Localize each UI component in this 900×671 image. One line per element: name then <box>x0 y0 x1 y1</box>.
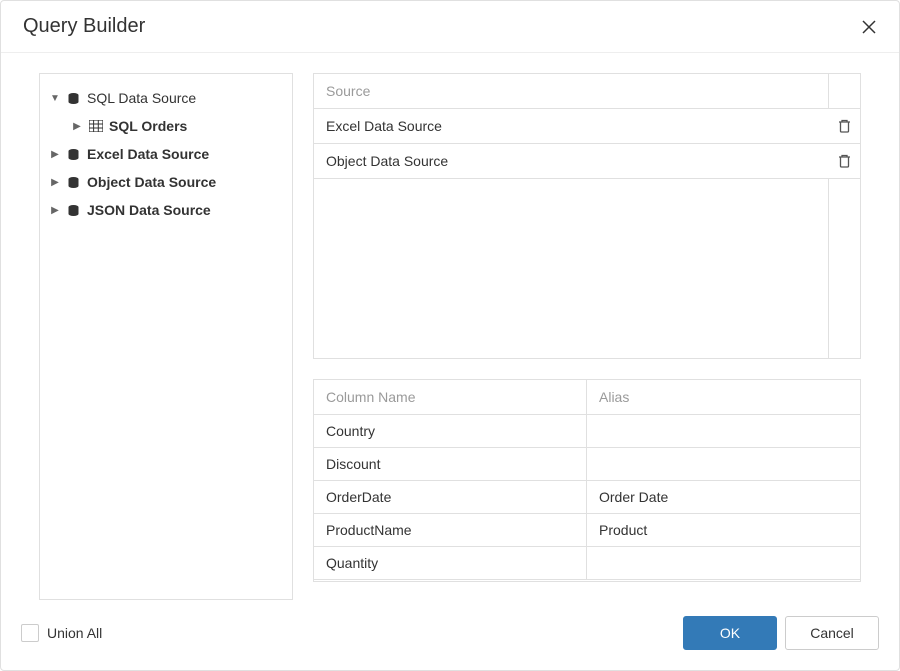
tree-item-sql-orders[interactable]: ▶ SQL Orders <box>46 112 286 140</box>
database-icon <box>66 203 81 218</box>
delete-source-button[interactable] <box>828 144 860 178</box>
cancel-button[interactable]: Cancel <box>785 616 879 650</box>
column-name-cell: Country <box>314 415 587 447</box>
chevron-right-icon: ▶ <box>50 177 60 188</box>
source-row-label: Object Data Source <box>314 144 828 178</box>
close-icon <box>862 20 876 34</box>
dialog-header: Query Builder <box>1 1 899 53</box>
column-name-cell: ProductName <box>314 514 587 546</box>
tree-item-label: Object Data Source <box>87 174 216 190</box>
column-name-cell: OrderDate <box>314 481 587 513</box>
chevron-right-icon: ▶ <box>50 149 60 160</box>
column-name-header: Column Name <box>314 380 587 414</box>
chevron-right-icon: ▶ <box>72 121 82 132</box>
database-icon <box>66 175 81 190</box>
checkbox-box <box>21 624 39 642</box>
database-icon <box>66 147 81 162</box>
close-button[interactable] <box>859 17 879 37</box>
delete-source-button[interactable] <box>828 109 860 143</box>
column-alias-cell[interactable]: Product <box>587 514 860 546</box>
source-header: Source <box>314 74 828 108</box>
tree-item-json-data-source[interactable]: ▶ JSON Data Source <box>46 196 286 224</box>
trash-icon <box>838 119 851 133</box>
columns-row[interactable]: Discount <box>314 448 860 481</box>
tree-item-label: JSON Data Source <box>87 202 211 218</box>
column-name-cell: Discount <box>314 448 587 480</box>
data-source-tree: ▼ SQL Data Source ▶ SQL Orders ▶ Excel D… <box>39 73 293 600</box>
source-grid: Source Excel Data Source Object Data Sou… <box>313 73 861 359</box>
tree-item-label: Excel Data Source <box>87 146 209 162</box>
columns-row[interactable]: ProductName Product <box>314 514 860 547</box>
ok-button[interactable]: OK <box>683 616 777 650</box>
columns-grid-header-row: Column Name Alias <box>314 380 860 415</box>
column-name-cell: Quantity <box>314 547 587 579</box>
columns-row[interactable]: Country <box>314 415 860 448</box>
union-all-checkbox[interactable]: Union All <box>21 624 102 642</box>
chevron-down-icon: ▼ <box>50 93 60 104</box>
source-row-label: Excel Data Source <box>314 109 828 143</box>
tree-item-object-data-source[interactable]: ▶ Object Data Source <box>46 168 286 196</box>
tree-item-label: SQL Data Source <box>87 90 196 106</box>
source-action-header <box>828 74 860 108</box>
source-grid-body <box>314 179 860 358</box>
column-alias-cell[interactable] <box>587 547 860 579</box>
tree-item-excel-data-source[interactable]: ▶ Excel Data Source <box>46 140 286 168</box>
source-row[interactable]: Excel Data Source <box>314 109 860 144</box>
alias-header: Alias <box>587 380 860 414</box>
columns-row[interactable]: OrderDate Order Date <box>314 481 860 514</box>
columns-grid-body[interactable]: Country Discount OrderDate Order Date Pr… <box>314 415 860 581</box>
dialog-footer: Union All OK Cancel <box>1 600 899 670</box>
source-row[interactable]: Object Data Source <box>314 144 860 179</box>
union-all-label: Union All <box>47 625 102 641</box>
trash-icon <box>838 154 851 168</box>
column-alias-cell[interactable] <box>587 448 860 480</box>
tree-item-label: SQL Orders <box>109 118 187 134</box>
columns-row[interactable]: Quantity <box>314 547 860 580</box>
table-icon <box>88 119 103 134</box>
database-icon <box>66 91 81 106</box>
column-alias-cell[interactable] <box>587 415 860 447</box>
tree-item-sql-data-source[interactable]: ▼ SQL Data Source <box>46 84 286 112</box>
columns-grid: Column Name Alias Country Discount Order… <box>313 379 861 582</box>
column-alias-cell[interactable]: Order Date <box>587 481 860 513</box>
source-grid-header-row: Source <box>314 74 860 109</box>
query-builder-dialog: Query Builder ▼ SQL Data Source ▶ SQL Or… <box>0 0 900 671</box>
dialog-title: Query Builder <box>23 15 145 38</box>
chevron-right-icon: ▶ <box>50 205 60 216</box>
